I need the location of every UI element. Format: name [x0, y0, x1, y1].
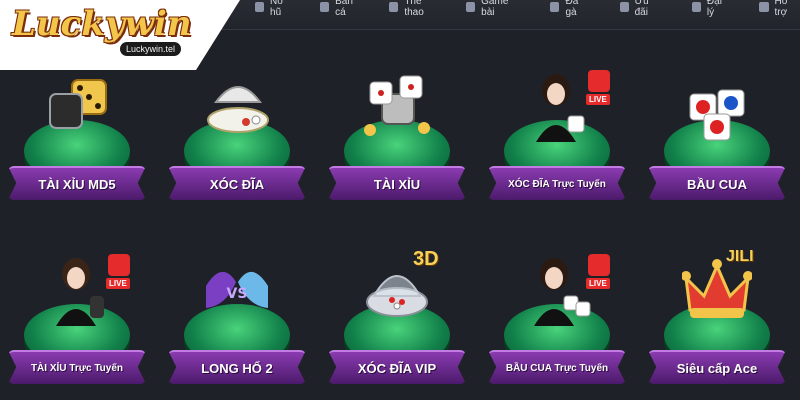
live-badge: LIVE	[586, 278, 610, 289]
brand-logo[interactable]: Luckywin Luckywin.tel	[0, 0, 240, 70]
support-icon	[759, 2, 769, 12]
game-tile-xoc-dia[interactable]: XÓC ĐĨA	[162, 62, 312, 212]
live-camera-icon	[108, 254, 130, 276]
nav-item-ban-ca[interactable]: Bắn cá	[320, 0, 363, 18]
live-badge: LIVE	[586, 94, 610, 105]
nav-label: Ưu đãi	[634, 0, 649, 18]
sports-icon	[389, 2, 399, 12]
game-label: TÀI XỈU	[373, 176, 421, 192]
nav-label: Nổ hũ	[270, 0, 283, 18]
game-label: XÓC ĐĨA VIP	[357, 360, 437, 376]
nav-item-uu-dai[interactable]: Ưu đãi	[619, 0, 662, 18]
live-dealer-icon	[536, 74, 585, 142]
main-nav: Nổ hũ Bắn cá Thể thao Game bài Đá gà Ưu …	[255, 0, 800, 18]
game-label-banner: Siêu cấp Ace	[648, 350, 786, 384]
game-tile-bau-cua[interactable]: BẦU CUA	[642, 62, 792, 212]
game-label: LONG HỔ 2	[201, 360, 273, 376]
live-camera-icon	[588, 70, 610, 92]
nav-label: Đá gà	[565, 0, 579, 18]
live-camera-icon	[588, 254, 610, 276]
game-label-banner: BẦU CUA Trực Tuyến	[488, 350, 626, 384]
game-tile-sieu-cap-ace[interactable]: Siêu cấp Ace	[642, 246, 792, 396]
slot-icon	[255, 2, 265, 12]
rooster-icon	[550, 2, 560, 12]
game-tile-bau-cua-truc-tuyen[interactable]: LIVE BẦU CUA Trực Tuyến	[482, 246, 632, 396]
nav-label: Game bài	[481, 0, 509, 18]
game-label-banner: XÓC ĐĨA VIP	[328, 350, 466, 384]
bowl-plate-icon	[207, 86, 269, 133]
nav-item-game-bai[interactable]: Game bài	[466, 0, 520, 18]
game-label-banner: TÀI XỈU MD5	[8, 166, 146, 200]
live-dealer-icon	[534, 258, 591, 326]
game-label-banner: TÀI XỈU Trực Tuyến	[8, 350, 146, 384]
game-label-banner: BẦU CUA	[648, 166, 786, 200]
svg-text:VS: VS	[227, 286, 248, 302]
cards-icon	[466, 2, 476, 12]
agent-icon	[691, 2, 701, 12]
game-label: XÓC ĐĨA	[209, 176, 265, 192]
game-label: BẦU CUA Trực Tuyến	[505, 362, 609, 374]
game-label: Siêu cấp Ace	[676, 360, 758, 376]
nav-item-da-ga[interactable]: Đá gà	[550, 0, 589, 18]
game-tile-xoc-dia-truc-tuyen[interactable]: LIVE XÓC ĐĨA Trực Tuyến	[482, 62, 632, 212]
logo-wordmark: Luckywin	[12, 4, 192, 44]
dice-icon	[49, 79, 107, 129]
game-tile-tai-xiu[interactable]: TÀI XỈU	[322, 62, 472, 212]
animal-dice-icon	[689, 89, 745, 141]
gift-icon	[619, 2, 629, 12]
logo-domain: Luckywin.tel	[120, 42, 182, 56]
game-tile-tai-xiu-md5[interactable]: TÀI XỈU MD5	[2, 62, 152, 212]
jester-hat-icon	[682, 259, 752, 318]
nav-label: Hỗ trợ	[774, 0, 788, 18]
game-tile-long-ho-2[interactable]: VS LONG HỔ 2	[162, 246, 312, 396]
nav-item-no-hu[interactable]: Nổ hũ	[255, 0, 294, 18]
nav-label: Thể thao	[404, 0, 424, 18]
game-label: TÀI XỈU MD5	[38, 176, 116, 192]
jili-provider-tag: JILI	[726, 248, 754, 265]
nav-item-the-thao[interactable]: Thể thao	[389, 0, 440, 18]
dice-cup-icon	[364, 75, 430, 136]
nav-item-dai-ly[interactable]: Đại lý	[691, 0, 730, 18]
game-label-banner: TÀI XỈU	[328, 166, 466, 200]
game-label: TÀI XỈU Trực Tuyến	[30, 362, 124, 374]
nav-item-ho-tro[interactable]: Hỗ trợ	[759, 0, 800, 18]
game-tile-xoc-dia-vip[interactable]: XÓC ĐĨA VIP	[322, 246, 472, 396]
dragon-tiger-icon: VS	[206, 271, 268, 308]
nav-label: Bắn cá	[335, 0, 353, 18]
game-tile-tai-xiu-truc-tuyen[interactable]: LIVE TÀI XỈU Trực Tuyến	[2, 246, 152, 396]
live-badge: LIVE	[106, 278, 130, 289]
live-dealer-icon	[56, 258, 104, 326]
game-label: BẦU CUA	[687, 176, 747, 192]
game-label-banner: XÓC ĐĨA Trực Tuyến	[488, 166, 626, 200]
game-label-banner: XÓC ĐĨA	[168, 166, 306, 200]
fish-icon	[320, 2, 330, 12]
nav-label: Đại lý	[706, 0, 722, 18]
game-label: XÓC ĐĨA Trực Tuyến	[508, 178, 606, 190]
tag-3d: 3D	[413, 248, 439, 270]
game-label-banner: LONG HỔ 2	[168, 350, 306, 384]
